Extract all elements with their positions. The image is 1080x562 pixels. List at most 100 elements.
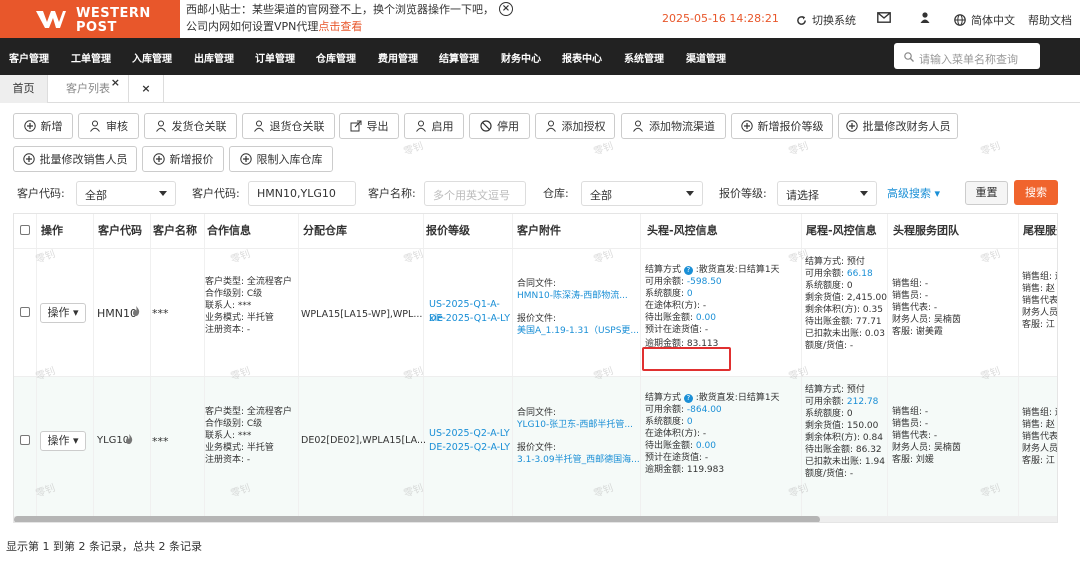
quote-level-link[interactable]: DE-2025-Q1-A-LY bbox=[429, 312, 510, 326]
search-button[interactable]: 搜索 bbox=[1014, 180, 1058, 205]
restrict-inbound-warehouse-button[interactable]: 限制入库仓库 bbox=[229, 146, 333, 172]
tab-home[interactable]: 首页 bbox=[0, 75, 48, 103]
advanced-search-link[interactable]: 高级搜索 ▾ bbox=[887, 185, 940, 201]
quote-file-link[interactable]: 3.1-3.09半托管_西邮德国海... bbox=[517, 454, 640, 466]
tail-remain: 剩余货值: 150.00 bbox=[805, 421, 879, 431]
quote-file-label: 报价文件: bbox=[517, 443, 557, 453]
user-plus-icon bbox=[545, 120, 556, 132]
reset-button[interactable]: 重置 bbox=[965, 181, 1008, 205]
tail-team-finance: 财务人员 bbox=[1022, 308, 1058, 318]
export-button[interactable]: 导出 bbox=[339, 113, 399, 139]
column-header-code: 客户代码 bbox=[94, 214, 151, 248]
search-icon bbox=[904, 51, 914, 62]
enable-button[interactable]: 启用 bbox=[404, 113, 464, 139]
audit-button[interactable]: 审核 bbox=[78, 113, 139, 139]
add-quote-button[interactable]: 新增报价 bbox=[142, 146, 224, 172]
menu-item-customer[interactable]: 客户管理 bbox=[9, 50, 49, 65]
user-button[interactable] bbox=[920, 12, 930, 23]
shipping-warehouse-link-button[interactable]: 发货仓关联 bbox=[144, 113, 237, 139]
column-header-head-risk: 头程-风控信息 bbox=[641, 214, 802, 248]
filter-warehouse-select[interactable]: 全部 bbox=[581, 181, 703, 206]
disable-button-label: 停用 bbox=[497, 120, 519, 133]
filter-level-select[interactable]: 请选择 bbox=[777, 181, 877, 206]
menu-item-system[interactable]: 系统管理 bbox=[624, 50, 664, 65]
quote-level-link[interactable]: DE-2025-Q2-A-LY bbox=[429, 441, 510, 455]
tail-settle: 结算方式: 预付 bbox=[805, 385, 865, 395]
disable-button[interactable]: 停用 bbox=[469, 113, 530, 139]
chevron-down-icon: ▾ bbox=[934, 187, 941, 200]
add-logistics-channel-button[interactable]: 添加物流渠道 bbox=[621, 113, 726, 139]
row-checkbox[interactable] bbox=[20, 307, 30, 317]
add-button[interactable]: 新增 bbox=[13, 113, 73, 139]
batch-edit-sales-label: 批量修改销售人员 bbox=[39, 153, 128, 166]
menu-search-input[interactable]: 请输入菜单名称查询 bbox=[894, 43, 1040, 69]
select-all-checkbox[interactable] bbox=[20, 225, 30, 235]
horizontal-scrollbar[interactable] bbox=[14, 516, 1057, 522]
menu-item-finance[interactable]: 财务中心 bbox=[501, 50, 541, 65]
current-datetime: 2025-05-16 14:28:21 bbox=[662, 12, 779, 25]
head-pending-label: 待出账金额: bbox=[645, 313, 694, 323]
column-header-warehouse: 分配仓库 bbox=[299, 214, 424, 248]
row-code-cell: YLG10 bbox=[94, 377, 151, 517]
tail-settle: 结算方式: 预付 bbox=[805, 257, 865, 267]
tail-volume: 剩余体积(方): 0.84 bbox=[805, 433, 883, 443]
pagination-summary: 显示第 1 到第 2 条记录，总共 2 条记录 bbox=[6, 540, 202, 553]
batch-edit-sales-button[interactable]: 批量修改销售人员 bbox=[13, 146, 137, 172]
switch-system-button[interactable]: 切换系统 bbox=[796, 12, 856, 28]
menu-item-channel[interactable]: 渠道管理 bbox=[686, 50, 726, 65]
menu-item-outbound[interactable]: 出库管理 bbox=[194, 50, 234, 65]
scrollbar-thumb[interactable] bbox=[14, 516, 820, 522]
head-sys-label: 系统额度: bbox=[645, 417, 685, 427]
quote-level-link[interactable]: US-2025-Q2-A-LY bbox=[429, 427, 510, 441]
notice-link[interactable]: 点击查看 bbox=[318, 20, 362, 33]
batch-edit-finance-button[interactable]: 批量修改财务人员 bbox=[838, 113, 958, 139]
filter-warehouse-label: 仓库: bbox=[543, 187, 569, 200]
tail-team-finance: 财务人员 bbox=[1022, 444, 1058, 454]
filter-name-input[interactable]: 多个用英文逗号 bbox=[424, 181, 526, 206]
notice-close-icon[interactable]: × bbox=[499, 2, 513, 16]
menu-item-inbound[interactable]: 入库管理 bbox=[132, 50, 172, 65]
filter-level-value: 请选择 bbox=[786, 189, 819, 202]
help-docs-link[interactable]: 帮助文档 bbox=[1028, 12, 1072, 28]
team-salesman: 销售员: - bbox=[892, 291, 929, 301]
menu-item-report[interactable]: 报表中心 bbox=[562, 50, 602, 65]
menu-item-settlement[interactable]: 结算管理 bbox=[439, 50, 479, 65]
contract-file-link[interactable]: HMN10-陈深涛-西邮物流... bbox=[517, 290, 640, 302]
row-op-cell: 操作 ▾ bbox=[37, 249, 94, 377]
tab-close-icon[interactable]: × bbox=[111, 69, 120, 97]
coop-level: 合作级别: C级 bbox=[205, 419, 263, 429]
tail-sys: 系统额度: 0 bbox=[805, 281, 853, 291]
quote-file-link[interactable]: 美国A_1.19-1.31（USPS更... bbox=[517, 325, 640, 337]
close-all-tabs-button[interactable]: × bbox=[128, 75, 164, 103]
menu-item-fee[interactable]: 费用管理 bbox=[378, 50, 418, 65]
row-op-dropdown[interactable]: 操作 ▾ bbox=[40, 303, 86, 323]
mail-button[interactable] bbox=[877, 12, 891, 23]
tab-customer-list-label: 客户列表 bbox=[66, 82, 110, 95]
row-code: HMN10 bbox=[97, 307, 137, 320]
coop-mode: 业务模式: 半托管 bbox=[205, 443, 274, 453]
contract-file-link[interactable]: YLG10-张卫东-西邮半托管... bbox=[517, 419, 640, 431]
head-pending-value: 0.00 bbox=[695, 441, 716, 451]
filter-code-select[interactable]: 全部 bbox=[76, 181, 176, 206]
filter-code-label: 客户代码: bbox=[17, 187, 65, 200]
enable-button-label: 启用 bbox=[431, 120, 454, 133]
team-finance: 财务人员: 吴楠茵 bbox=[892, 315, 961, 325]
plus-circle-icon bbox=[152, 153, 165, 165]
menu-item-warehouse[interactable]: 仓库管理 bbox=[316, 50, 356, 65]
language-button[interactable]: 简体中文 bbox=[954, 12, 1015, 28]
return-warehouse-link-button[interactable]: 退货仓关联 bbox=[242, 113, 335, 139]
tail-team-rep: 销售代表: 运 bbox=[1022, 432, 1058, 442]
row-op-dropdown[interactable]: 操作 ▾ bbox=[40, 431, 86, 451]
menu-item-order[interactable]: 订单管理 bbox=[255, 50, 295, 65]
row-code-cell: HMN10 bbox=[94, 249, 151, 377]
filter-code2-input[interactable]: HMN10,YLG10 bbox=[248, 181, 356, 206]
add-authorization-button[interactable]: 添加授权 bbox=[535, 113, 615, 139]
brand-logo[interactable]: WESTERN POST bbox=[0, 0, 180, 38]
tail-remain: 剩余货值: 2,415.00 bbox=[805, 293, 887, 303]
tab-customer-list[interactable]: 客户列表 × bbox=[48, 75, 128, 103]
menu-item-ticket[interactable]: 工单管理 bbox=[71, 50, 111, 65]
switch-system-label: 切换系统 bbox=[812, 14, 856, 27]
coop-type: 客户类型: 全流程客户 bbox=[205, 277, 292, 287]
add-quote-level-button[interactable]: 新增报价等级 bbox=[731, 113, 833, 139]
row-checkbox[interactable] bbox=[20, 435, 30, 445]
